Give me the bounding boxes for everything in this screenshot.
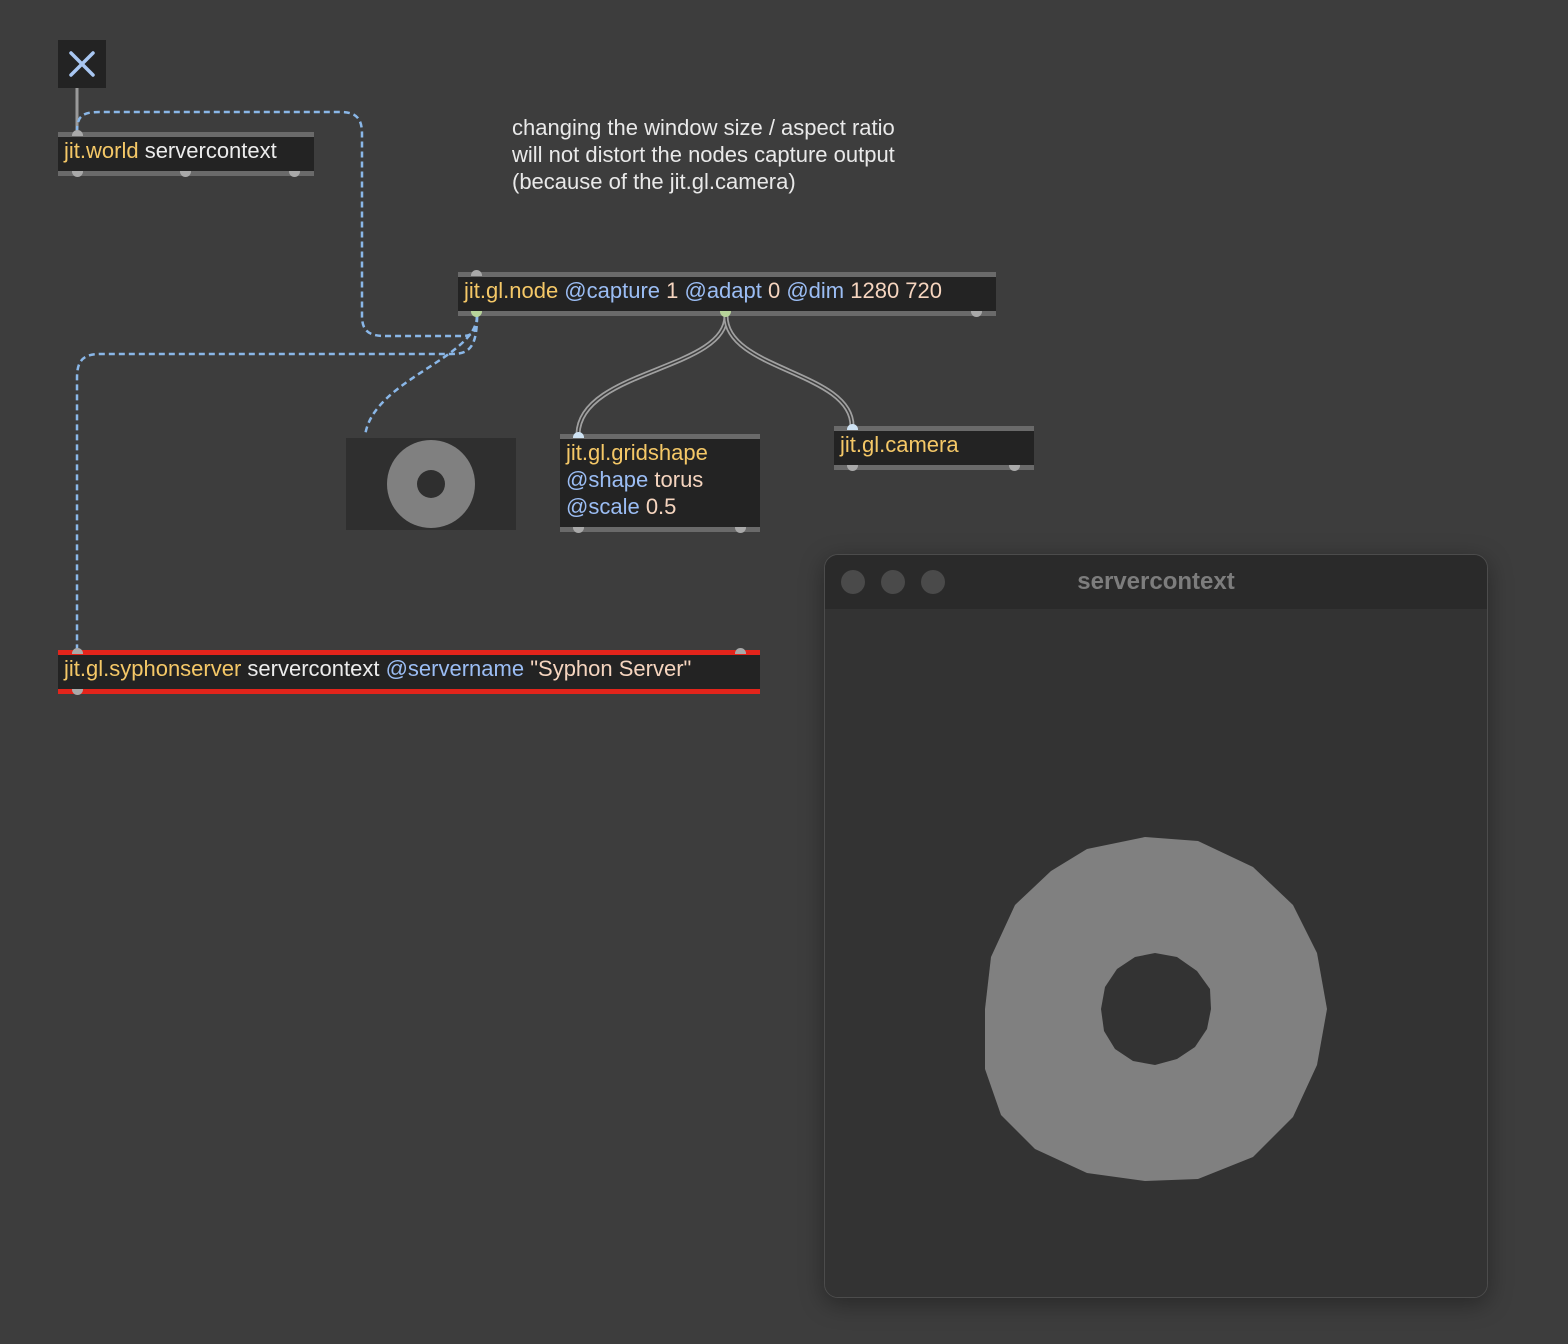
val-shape: torus xyxy=(648,467,704,492)
torus-render xyxy=(985,837,1327,1181)
comment: changing the window size / aspect ratio … xyxy=(512,114,952,195)
syphon-outlet[interactable] xyxy=(72,689,83,695)
gridshape-line-3: @scale 0.5 xyxy=(566,493,754,520)
val-capture: 1 xyxy=(660,278,679,303)
window-title: servercontext xyxy=(1077,568,1235,595)
gridshape-outlet-2[interactable] xyxy=(735,527,746,533)
torus-preview xyxy=(387,440,475,528)
comment-line: (because of the jit.gl.camera) xyxy=(512,169,796,194)
node-outlet-1[interactable] xyxy=(471,311,482,317)
syphon-inlet-1[interactable] xyxy=(72,648,83,654)
world-outlet-2[interactable] xyxy=(180,171,191,177)
camera-outlet-2[interactable] xyxy=(1009,465,1020,471)
comment-line: will not distort the nodes capture outpu… xyxy=(512,142,895,167)
camera-inlet[interactable] xyxy=(847,424,858,430)
camera-outlet-1[interactable] xyxy=(847,465,858,471)
jit-gl-camera-object[interactable]: jit.gl.camera xyxy=(834,426,1034,470)
toggle-button[interactable] xyxy=(58,40,106,88)
preview-window[interactable] xyxy=(346,438,516,530)
attr-capture: @capture xyxy=(558,278,661,303)
object-class: jit.gl.gridshape xyxy=(566,440,708,465)
node-to-gridshape-cord-outer[interactable] xyxy=(575,315,729,435)
window-render-area[interactable] xyxy=(825,609,1487,1297)
object-args: servercontext xyxy=(241,656,380,681)
object-args: servercontext xyxy=(138,138,277,163)
val-scale: 0.5 xyxy=(639,494,677,519)
object-class: jit.gl.node xyxy=(464,278,559,303)
world-inlet[interactable] xyxy=(72,130,83,136)
jit-world-object[interactable]: jit.world servercontext xyxy=(58,132,314,176)
node-to-preview-cord[interactable] xyxy=(363,315,479,437)
node-outlet-2[interactable] xyxy=(720,311,731,317)
node-to-camera-cord-inner xyxy=(725,315,853,427)
node-to-gridshape-cord-inner xyxy=(577,315,727,435)
node-to-camera-cord-outer[interactable] xyxy=(723,315,855,427)
jit-gl-node-object[interactable]: jit.gl.node @capture 1 @adapt 0 @dim 128… xyxy=(458,272,996,316)
gridshape-line-2: @shape torus xyxy=(566,466,754,493)
gridshape-line-1: jit.gl.gridshape xyxy=(566,439,754,466)
close-icon xyxy=(69,51,95,77)
jit-gl-syphonserver-object[interactable]: jit.gl.syphonserver servercontext @serve… xyxy=(58,650,760,694)
syphon-inlet-2[interactable] xyxy=(735,648,746,654)
object-class: jit.gl.camera xyxy=(840,432,959,457)
object-class: jit.world xyxy=(64,138,139,163)
render-window[interactable]: servercontext xyxy=(824,554,1488,1298)
attr-dim: @dim xyxy=(780,278,845,303)
window-titlebar[interactable]: servercontext xyxy=(825,555,1487,609)
attr-shape: @shape xyxy=(566,467,649,492)
gridshape-outlet-1[interactable] xyxy=(573,527,584,533)
jit-gl-gridshape-object[interactable]: jit.gl.gridshape @shape torus @scale 0.5 xyxy=(560,434,760,532)
world-outlet-1[interactable] xyxy=(72,171,83,177)
node-inlet[interactable] xyxy=(471,270,482,276)
world-outlet-3[interactable] xyxy=(289,171,300,177)
attr-scale: @scale xyxy=(566,494,640,519)
attr-adapt: @adapt xyxy=(678,278,762,303)
val-servername: "Syphon Server" xyxy=(524,656,692,681)
node-outlet-3[interactable] xyxy=(971,311,982,317)
attr-servername: @servername xyxy=(379,656,525,681)
object-class: jit.gl.syphonserver xyxy=(64,656,242,681)
patcher-canvas[interactable]: jit.world servercontext changing the win… xyxy=(0,0,1568,1344)
comment-line: changing the window size / aspect ratio xyxy=(512,115,895,140)
val-adapt: 0 xyxy=(761,278,781,303)
val-dim: 1280 720 xyxy=(844,278,943,303)
gridshape-inlet[interactable] xyxy=(573,432,584,438)
